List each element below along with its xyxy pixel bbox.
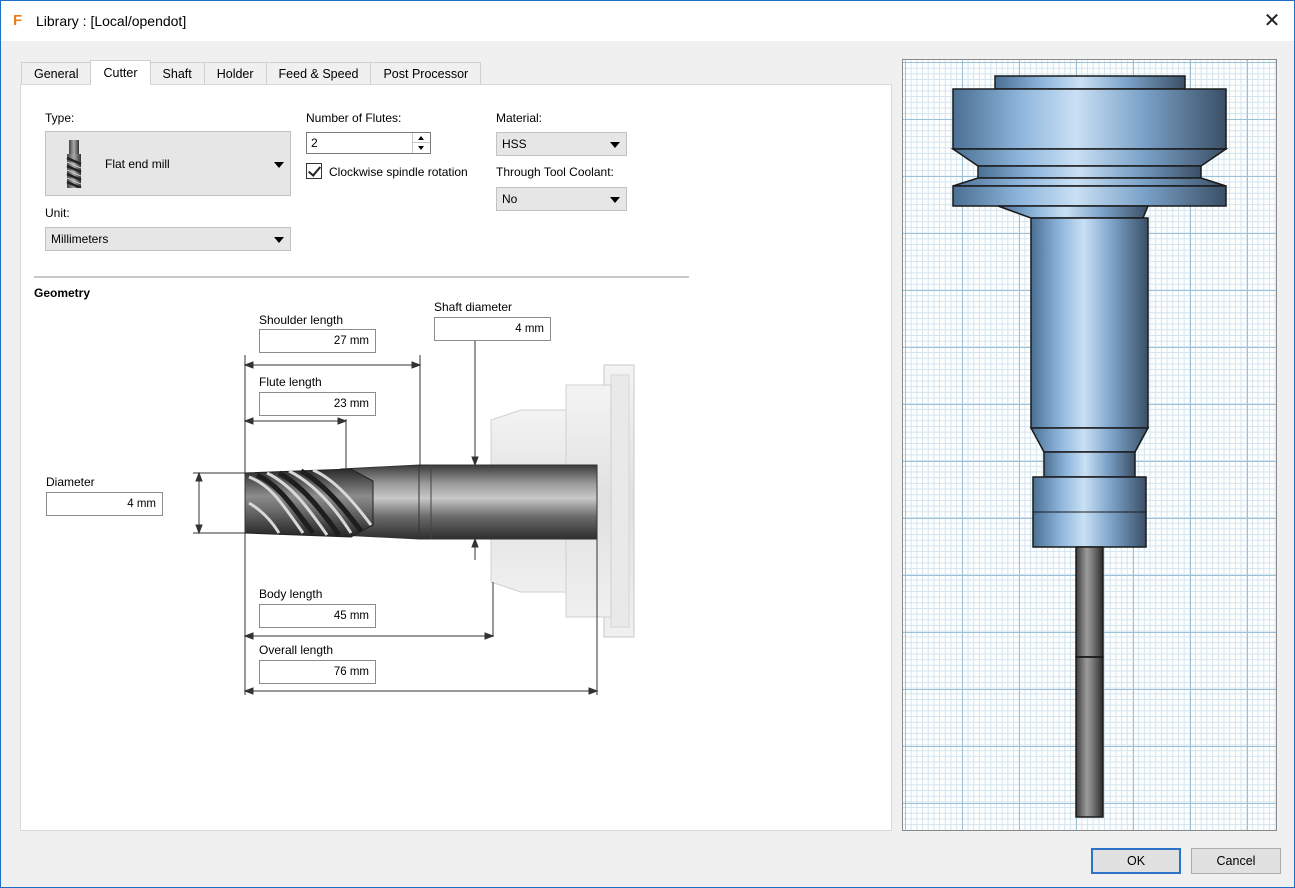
library-dialog: F Library : [Local/opendot] ✕ General Cu… <box>0 0 1295 888</box>
diameter-label: Diameter <box>46 475 95 489</box>
tab-feed-speed[interactable]: Feed & Speed <box>265 62 372 85</box>
ok-button[interactable]: OK <box>1091 848 1181 874</box>
shaft-diameter-field[interactable]: 4 mm <box>434 317 551 341</box>
shoulder-length-label: Shoulder length <box>259 313 344 327</box>
tab-post-processor[interactable]: Post Processor <box>370 62 482 85</box>
body-length-label: Body length <box>259 587 323 601</box>
tab-shaft[interactable]: Shaft <box>149 62 205 85</box>
overall-length-label: Overall length <box>259 643 334 657</box>
tab-cutter[interactable]: Cutter <box>90 60 151 85</box>
overall-length-field[interactable]: 76 mm <box>259 660 376 684</box>
window-title: Library : [Local/opendot] <box>36 13 187 29</box>
flute-length-label: Flute length <box>259 375 322 389</box>
flute-length-field[interactable]: 23 mm <box>259 392 376 416</box>
tool-3d-render <box>950 75 1229 818</box>
tab-general[interactable]: General <box>21 62 92 85</box>
shaft-diameter-label: Shaft diameter <box>434 300 513 314</box>
geometry-diagram <box>193 341 635 695</box>
tab-holder[interactable]: Holder <box>203 62 267 85</box>
close-icon[interactable]: ✕ <box>1260 9 1284 33</box>
tool-shank <box>418 464 598 540</box>
shoulder-length-field[interactable]: 27 mm <box>259 329 376 353</box>
tool-preview[interactable] <box>902 59 1277 831</box>
cutter-panel: Type: Flat end mill Unit: Millimeters Nu… <box>20 84 892 831</box>
body-length-field[interactable]: 45 mm <box>259 604 376 628</box>
fusion-app-icon: F <box>13 12 23 29</box>
cancel-button[interactable]: Cancel <box>1191 848 1281 874</box>
diameter-field[interactable]: 4 mm <box>46 492 163 516</box>
title-bar: F Library : [Local/opendot] ✕ <box>1 1 1294 41</box>
tab-bar: General Cutter Shaft Holder Feed & Speed… <box>21 60 482 85</box>
